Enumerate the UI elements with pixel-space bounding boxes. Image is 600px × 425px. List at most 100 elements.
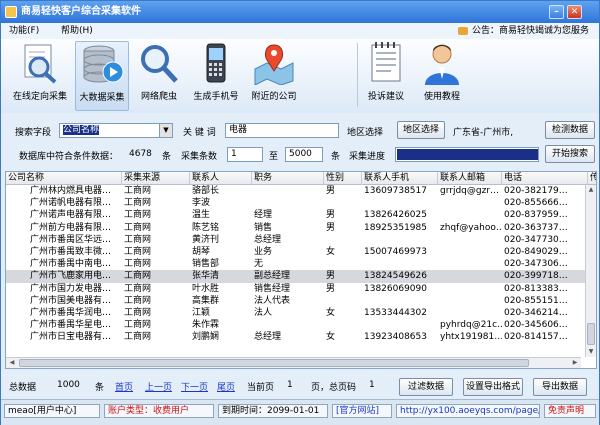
range-to-input[interactable]: 5000 [285, 147, 323, 162]
table-cell: zhqf@yahoo… [440, 222, 502, 233]
table-cell: 13824549626 [364, 271, 427, 282]
vertical-scrollbar[interactable]: ▲ ▼ [585, 185, 596, 357]
column-header[interactable]: 联系人手机 [362, 172, 438, 185]
scroll-left-icon[interactable]: ◀ [7, 358, 17, 368]
table-cell: 胡琴 [192, 247, 211, 257]
total-unit: 条 [95, 383, 105, 393]
range-from-input[interactable]: 1 [227, 147, 263, 162]
table-cell: 黄济刊 [192, 234, 220, 245]
start-search-button[interactable]: 开始搜索 [545, 145, 595, 163]
table-cell: 020-855666… [504, 198, 568, 209]
toolbar-divider [357, 43, 358, 107]
table-row[interactable]: 广州市番禺致丰微… 工商网 胡琴 业务 女 15007469973 020-849029… [6, 246, 596, 258]
table-cell: 工商网 [124, 271, 152, 282]
scroll-down-icon[interactable]: ▼ [586, 347, 596, 357]
column-header[interactable]: 传 [588, 172, 596, 185]
table-row[interactable]: 广州市番禺华星电… 工商网 朱作霖 pyhrdq@21c… 020-345606… [6, 319, 596, 331]
table-row[interactable]: 广州市国美电器有… 工商网 高集群 法人代表 020-855151… [6, 295, 596, 307]
map-location-icon [254, 44, 294, 85]
table-row[interactable]: 广州林内燃具电器… 工商网 骆部长 男 13609738517 grrjdq@gzr… 02… [6, 185, 596, 197]
table-row[interactable]: 广州前方电器有限… 工商网 陈艺铭 销售 男 18925351985 zhqf@yahoo…… [6, 222, 596, 234]
last-page-link[interactable]: 尾页 [217, 380, 235, 393]
site-url[interactable]: http://yx100.aoeyqs.com/page/32. [396, 404, 540, 418]
user-center[interactable]: meao[用户中心] [4, 404, 100, 418]
table-cell: 经理 [254, 210, 273, 221]
column-header[interactable]: 职务 [252, 172, 324, 185]
scroll-up-icon[interactable]: ▲ [586, 185, 596, 195]
export-format-button[interactable]: 设置导出格式 [463, 378, 523, 396]
next-page-link[interactable]: 下一页 [181, 380, 208, 393]
check-data-button[interactable]: 检测数据 [545, 121, 595, 139]
table-cell: 广州市番禺华星电… [30, 320, 112, 331]
table-row[interactable]: 广州市番禺区华远… 工商网 黄济刊 总经理 020-347730… [6, 234, 596, 246]
column-header[interactable]: 联系人邮箱 [438, 172, 502, 185]
table-row[interactable]: 广州市番禺中南电… 工商网 销售部 无 020-347306… [6, 258, 596, 270]
table-cell: 男 [326, 283, 336, 294]
table-cell [324, 234, 362, 246]
menu-help[interactable]: 帮助(H) [61, 23, 93, 39]
minimize-button[interactable]: – [549, 5, 564, 19]
table-cell: 020-855151… [504, 295, 568, 306]
table-cell: 张华清 [192, 271, 220, 282]
table-row[interactable]: 广州市番禺华润电… 工商网 江颖 法人 女 13533444302 020-346214… [6, 307, 596, 319]
table-cell [362, 197, 438, 209]
tool-generate-phone[interactable]: 生成手机号 [189, 41, 243, 111]
tool-label: 使用教程 [423, 92, 460, 102]
table-cell: 工商网 [124, 210, 152, 221]
total-label: 总数据 [9, 383, 37, 393]
export-data-button[interactable]: 导出数据 [533, 378, 587, 396]
official-site-link[interactable]: [官方网站] [332, 404, 392, 418]
table-row[interactable]: 广州市国力发电器… 工商网 叶水胜 销售经理 男 13826069090 020-81338… [6, 283, 596, 295]
table-cell: 李波 [192, 198, 211, 209]
tool-tutorial[interactable]: 使用教程 [417, 41, 467, 111]
table-cell: 温生 [192, 210, 211, 221]
table-cell: grrjdq@gzr… [440, 186, 500, 196]
table-header: 公司名称采集来源联系人职务性别联系人手机联系人邮箱电话传 [6, 172, 596, 185]
column-header[interactable]: 电话 [502, 172, 588, 185]
table-row[interactable]: 广州诺帆电器有限… 工商网 李波 020-855666… [6, 197, 596, 209]
table-cell: 020-382179… [504, 186, 568, 196]
table-cell: 江颖 [192, 308, 211, 318]
table-cell [438, 246, 502, 258]
column-header[interactable]: 公司名称 [6, 172, 122, 185]
horizontal-scrollbar[interactable]: ◀ ▶ [6, 357, 581, 368]
menu-function[interactable]: 功能(F) [9, 23, 39, 39]
tool-complaint[interactable]: 投诉建议 [361, 41, 411, 111]
region-label: 地区选择 [347, 128, 384, 138]
column-header[interactable]: 性别 [324, 172, 362, 185]
tool-nearby-companies[interactable]: 附近的公司 [245, 41, 303, 111]
prev-page-link[interactable]: 上一页 [145, 380, 172, 393]
close-button[interactable]: ✕ [567, 5, 582, 19]
table-cell: 13609738517 [364, 186, 427, 196]
filter-data-button[interactable]: 过滤数据 [399, 378, 453, 396]
tool-web-crawler[interactable]: 网络爬虫 [133, 41, 185, 111]
expire-date: 到期时间：2099-01-01 [218, 404, 328, 418]
disclaimer-link[interactable]: 免责声明 [544, 404, 596, 418]
column-header[interactable]: 联系人 [190, 172, 252, 185]
scroll-right-icon[interactable]: ▶ [570, 358, 580, 368]
table-row[interactable]: 广州诺声电器有限… 工商网 温生 经理 男 13826426025 020-837959… [6, 209, 596, 221]
table-cell: 骆部长 [192, 186, 220, 196]
scroll-thumb[interactable] [587, 323, 595, 345]
first-page-link[interactable]: 首页 [115, 380, 133, 393]
search-field-select[interactable]: 公司名称 ▼ [59, 123, 173, 138]
table-cell: 法人 [254, 308, 273, 318]
table-cell: 13826069090 [364, 283, 427, 294]
table-cell: 男 [326, 271, 336, 282]
table-cell: 广州诺声电器有限… [30, 210, 112, 221]
table-cell: 陈艺铭 [192, 222, 220, 233]
table-row[interactable]: 广州市飞鹿家用电… 工商网 张华清 副总经理 男 13824549626 020-39971… [6, 270, 596, 283]
table-row[interactable]: 广州市日宝电器有… 工商网 刘鹏娴 总经理 女 13923408653 yhtx191981… [6, 331, 596, 343]
keyword-label: 关 键 词 [183, 128, 216, 138]
table-cell [252, 197, 324, 209]
tool-bigdata-collect[interactable]: 大数据采集 [75, 41, 129, 111]
keyword-input[interactable]: 电器 [225, 123, 339, 138]
current-page-value: 1 [287, 380, 293, 390]
magnifier-document-icon [24, 44, 57, 84]
scroll-thumb[interactable] [19, 359, 529, 367]
tool-targeted-collect[interactable]: 在线定向采集 [9, 41, 71, 111]
column-header[interactable]: 采集来源 [122, 172, 190, 185]
region-select-button[interactable]: 地区选择 [397, 121, 445, 139]
table-cell: 工商网 [124, 283, 152, 294]
table-cell: 020-347306… [504, 259, 568, 270]
